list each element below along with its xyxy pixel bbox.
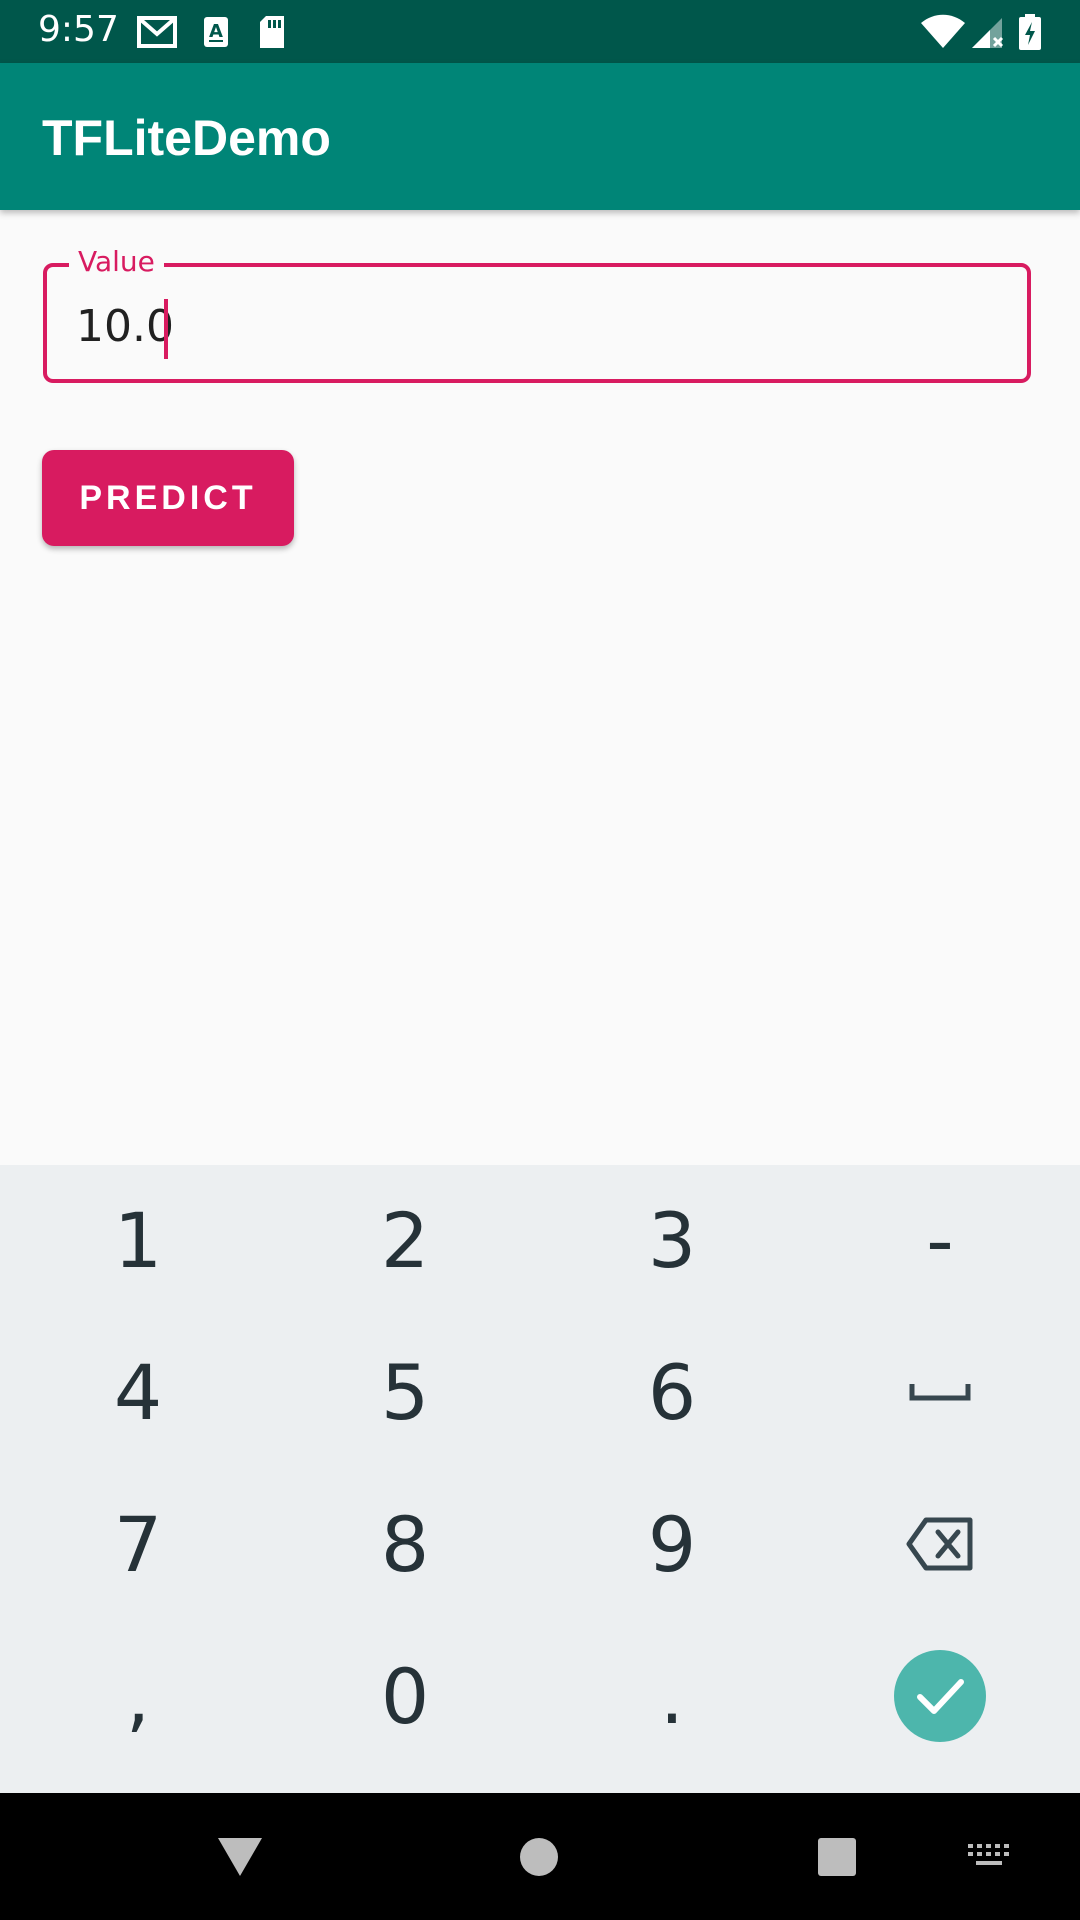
text-cursor [164,299,168,359]
status-bar: 9:57 A [0,0,1080,63]
key-6[interactable]: 6 [538,1317,806,1467]
home-icon[interactable] [519,1837,559,1877]
key-backspace[interactable] [806,1469,1074,1619]
sd-card-icon [260,16,284,48]
key-2[interactable]: 2 [271,1165,539,1315]
back-icon[interactable] [216,1836,264,1878]
battery-charging-icon [1019,14,1041,50]
key-minus[interactable]: - [806,1165,1074,1315]
recents-icon[interactable] [817,1837,857,1877]
key-enter[interactable] [806,1621,1074,1771]
key-7[interactable]: 7 [4,1469,272,1619]
keyboard-switch-icon[interactable] [968,1844,1010,1870]
predict-button[interactable]: PREDICT [42,450,294,546]
navigation-bar [0,1793,1080,1920]
enter-check-icon [894,1650,986,1742]
value-field-text[interactable]: 10.0 [76,301,174,352]
wifi-icon [921,14,965,48]
key-3[interactable]: 3 [538,1165,806,1315]
key-9[interactable]: 9 [538,1469,806,1619]
backspace-icon [906,1517,973,1571]
key-space[interactable] [806,1317,1074,1467]
text-a-icon: A [204,17,228,47]
status-time: 9:57 [38,9,119,50]
value-field-label: Value [69,245,164,278]
svg-text:A: A [209,21,223,42]
key-1[interactable]: 1 [4,1165,272,1315]
cell-signal-icon [972,18,1004,48]
numeric-keyboard: 1 2 3 - 4 5 6 7 8 9 , 0 . [0,1165,1080,1793]
key-8[interactable]: 8 [271,1469,539,1619]
gmail-icon [137,16,177,48]
app-bar: TFLiteDemo [0,63,1080,210]
space-icon [909,1384,971,1401]
key-5[interactable]: 5 [271,1317,539,1467]
key-4[interactable]: 4 [4,1317,272,1467]
key-0[interactable]: 0 [271,1621,539,1771]
value-input-field[interactable]: Value 10.0 [43,245,1031,383]
app-title: TFLiteDemo [42,110,331,166]
key-comma[interactable]: , [4,1621,272,1771]
key-period[interactable]: . [538,1621,806,1771]
